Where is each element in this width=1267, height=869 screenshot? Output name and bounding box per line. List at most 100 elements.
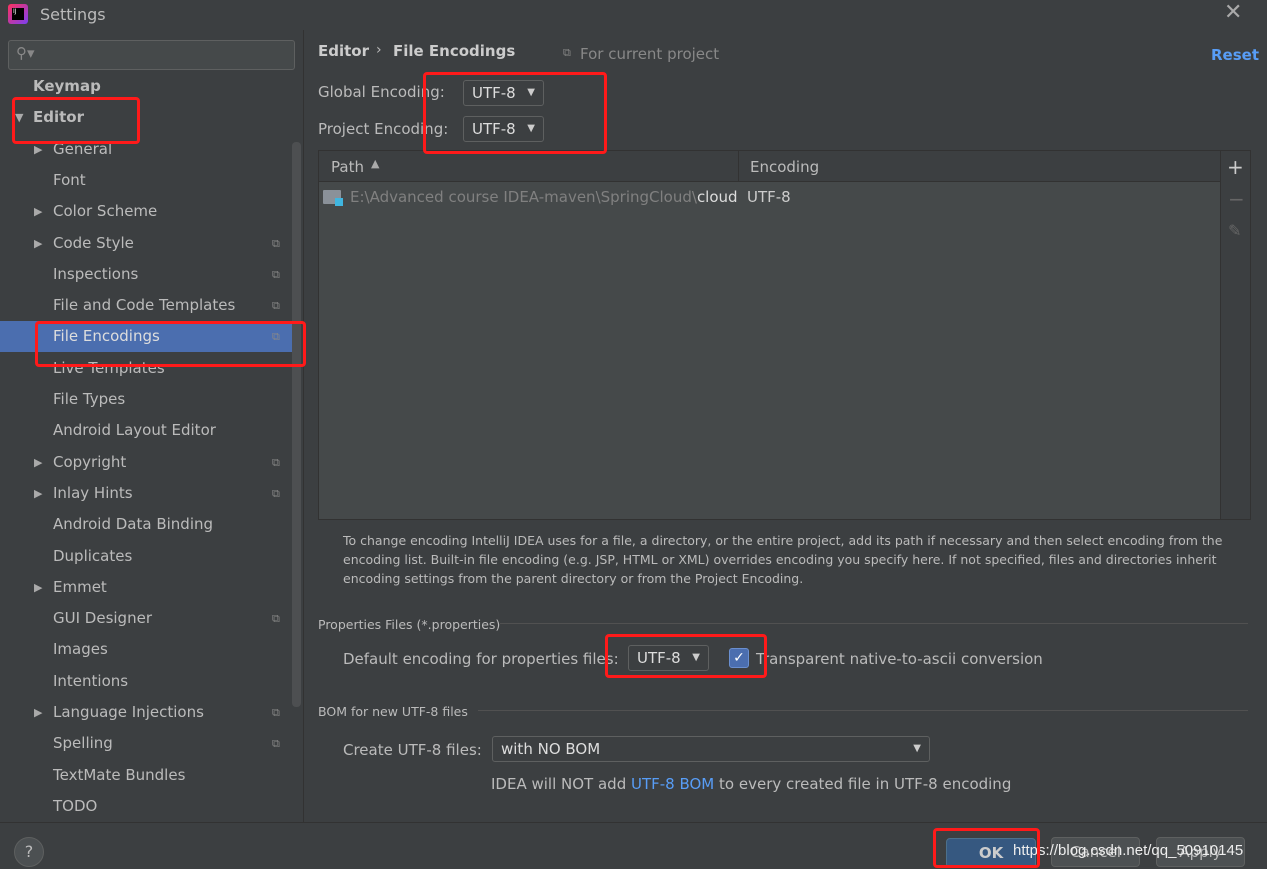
search-icon: ⚲▾ xyxy=(16,44,35,62)
properties-encoding-dropdown[interactable]: UTF-8 ▼ xyxy=(628,645,709,671)
project-scope-icon: ⧉ xyxy=(563,46,571,59)
native-to-ascii-label[interactable]: Transparent native-to-ascii conversion xyxy=(756,650,1043,668)
sidebar-item-todo[interactable]: TODO xyxy=(0,791,292,822)
sidebar-item-language-injections[interactable]: ▶ Language Injections ⧉ xyxy=(0,697,292,728)
chevron-down-icon: ▼ xyxy=(527,123,535,134)
global-encoding-dropdown[interactable]: UTF-8 ▼ xyxy=(463,80,544,106)
sidebar-item-android-layout-editor[interactable]: Android Layout Editor xyxy=(0,415,292,446)
sidebar-item-label: Editor xyxy=(33,108,84,127)
project-scope-icon: ⧉ xyxy=(272,486,280,500)
sidebar-item-label: Language Injections xyxy=(53,703,204,721)
properties-section-title: Properties Files (*.properties) xyxy=(318,617,501,632)
sidebar-item-editor[interactable]: ▼ Editor xyxy=(0,102,292,133)
sidebar-item-label: TextMate Bundles xyxy=(53,765,186,784)
sidebar-item-label: Code Style xyxy=(53,233,134,252)
edit-pencil-icon[interactable]: ✎ xyxy=(1228,221,1241,240)
checkmark-icon: ✓ xyxy=(733,650,745,666)
sidebar-item-label: File and Code Templates xyxy=(53,296,236,315)
project-scope-icon: ⧉ xyxy=(272,267,280,281)
collapsed-triangle-icon: ▶ xyxy=(34,455,43,469)
properties-default-label: Default encoding for properties files: xyxy=(343,650,619,668)
breadcrumb-separator: › xyxy=(376,42,382,58)
sidebar-item-keymap[interactable]: Keymap xyxy=(0,71,292,102)
sidebar-item-label: Color Scheme xyxy=(53,202,158,221)
sidebar-item-label: Intentions xyxy=(53,671,129,690)
native-to-ascii-checkbox[interactable]: ✓ xyxy=(729,648,749,668)
breadcrumb-editor[interactable]: Editor xyxy=(318,42,369,60)
sidebar-item-android-data-binding[interactable]: Android Data Binding xyxy=(0,509,292,540)
bom-section-title: BOM for new UTF-8 files xyxy=(318,704,468,719)
add-icon[interactable]: + xyxy=(1227,155,1244,179)
sidebar-item-file-and-code-templates[interactable]: File and Code Templates ⧉ xyxy=(0,290,292,321)
settings-sidebar: ⚲▾ Keymap ▼ Editor ▶ General Font ▶ Color Schem… xyxy=(0,30,304,822)
sidebar-item-font[interactable]: Font xyxy=(0,165,292,196)
title-bar: IJ Settings ✕ xyxy=(0,0,1267,30)
table-row[interactable]: E:\Advanced course IDEA-maven\SpringClou… xyxy=(319,183,1220,213)
folder-icon xyxy=(323,190,343,206)
dialog-footer: ? OK Cancel Apply https://blog.csdn.net/… xyxy=(0,822,1267,869)
sidebar-item-label: Keymap xyxy=(33,77,101,95)
project-encoding-dropdown[interactable]: UTF-8 ▼ xyxy=(463,116,544,142)
chevron-down-icon: ▼ xyxy=(527,87,535,98)
create-utf8-label: Create UTF-8 files: xyxy=(343,741,482,759)
sidebar-item-textmate-bundles[interactable]: TextMate Bundles xyxy=(0,760,292,791)
search-input[interactable]: ⚲▾ xyxy=(8,40,295,70)
global-encoding-label: Global Encoding: xyxy=(318,83,445,101)
row-encoding[interactable]: UTF-8 xyxy=(747,188,791,206)
window-title: Settings xyxy=(40,5,106,24)
close-icon[interactable]: ✕ xyxy=(1224,0,1242,25)
sidebar-item-label: Inspections xyxy=(53,264,139,283)
sidebar-item-images[interactable]: Images xyxy=(0,634,292,665)
breadcrumb-current: File Encodings xyxy=(393,42,516,60)
project-scope-icon: ⧉ xyxy=(272,330,280,344)
bom-dropdown[interactable]: with NO BOM ▼ xyxy=(492,736,930,762)
collapsed-triangle-icon: ▶ xyxy=(34,580,43,594)
sidebar-item-label: General xyxy=(53,139,113,158)
sidebar-item-label: Emmet xyxy=(53,577,107,596)
sidebar-item-color-scheme[interactable]: ▶ Color Scheme xyxy=(0,196,292,227)
sidebar-item-label: File Types xyxy=(53,390,126,408)
project-scope-icon: ⧉ xyxy=(272,236,280,250)
global-encoding-value: UTF-8 xyxy=(472,84,516,102)
sidebar-item-gui-designer[interactable]: GUI Designer ⧉ xyxy=(0,603,292,634)
sidebar-item-code-style[interactable]: ▶ Code Style ⧉ xyxy=(0,228,292,259)
remove-icon[interactable]: − xyxy=(1228,187,1245,211)
scope-label: For current project xyxy=(580,45,720,63)
collapsed-triangle-icon: ▶ xyxy=(34,706,43,719)
reset-link[interactable]: Reset xyxy=(1211,46,1259,64)
sidebar-scrollbar[interactable] xyxy=(292,142,301,707)
sidebar-item-label: Live Templates xyxy=(53,358,165,377)
properties-encoding-value: UTF-8 xyxy=(637,649,681,667)
bom-value: with NO BOM xyxy=(501,740,601,758)
project-scope-icon: ⧉ xyxy=(272,706,280,719)
sidebar-item-label: Inlay Hints xyxy=(53,483,133,502)
column-header-encoding[interactable]: Encoding xyxy=(750,158,819,176)
sidebar-item-inspections[interactable]: Inspections ⧉ xyxy=(0,259,292,290)
project-encoding-label: Project Encoding: xyxy=(318,120,449,138)
chevron-down-icon: ▼ xyxy=(913,743,921,754)
sidebar-item-label: Copyright xyxy=(53,452,127,471)
table-toolbar: + − ✎ xyxy=(1221,150,1251,520)
path-prefix: E:\Advanced course IDEA-maven\SpringClou… xyxy=(350,188,697,206)
sidebar-item-emmet[interactable]: ▶ Emmet xyxy=(0,572,292,603)
sidebar-item-label: Android Data Binding xyxy=(53,515,214,534)
sidebar-item-inlay-hints[interactable]: ▶ Inlay Hints ⧉ xyxy=(0,478,292,509)
sidebar-item-duplicates[interactable]: Duplicates xyxy=(0,541,292,572)
sidebar-item-label: Images xyxy=(53,640,108,659)
sidebar-item-label: File Encodings xyxy=(53,327,160,346)
sidebar-item-copyright[interactable]: ▶ Copyright ⧉ xyxy=(0,447,292,478)
sidebar-item-file-encodings[interactable]: File Encodings ⧉ xyxy=(0,321,292,353)
project-scope-icon: ⧉ xyxy=(272,455,280,469)
project-scope-icon: ⧉ xyxy=(272,612,280,626)
sidebar-item-live-templates[interactable]: Live Templates xyxy=(0,353,292,384)
column-header-path[interactable]: Path xyxy=(331,158,364,176)
sidebar-item-file-types[interactable]: File Types xyxy=(0,384,292,415)
utf8-bom-link[interactable]: UTF-8 BOM xyxy=(631,775,714,793)
sidebar-item-spelling[interactable]: Spelling ⧉ xyxy=(0,728,292,759)
sidebar-item-general[interactable]: ▶ General xyxy=(0,134,292,165)
help-button[interactable]: ? xyxy=(14,837,44,867)
chevron-down-icon: ▼ xyxy=(692,652,700,663)
sidebar-item-intentions[interactable]: Intentions xyxy=(0,666,292,697)
intellij-logo-icon: IJ xyxy=(8,4,28,24)
project-scope-icon: ⧉ xyxy=(272,299,280,313)
